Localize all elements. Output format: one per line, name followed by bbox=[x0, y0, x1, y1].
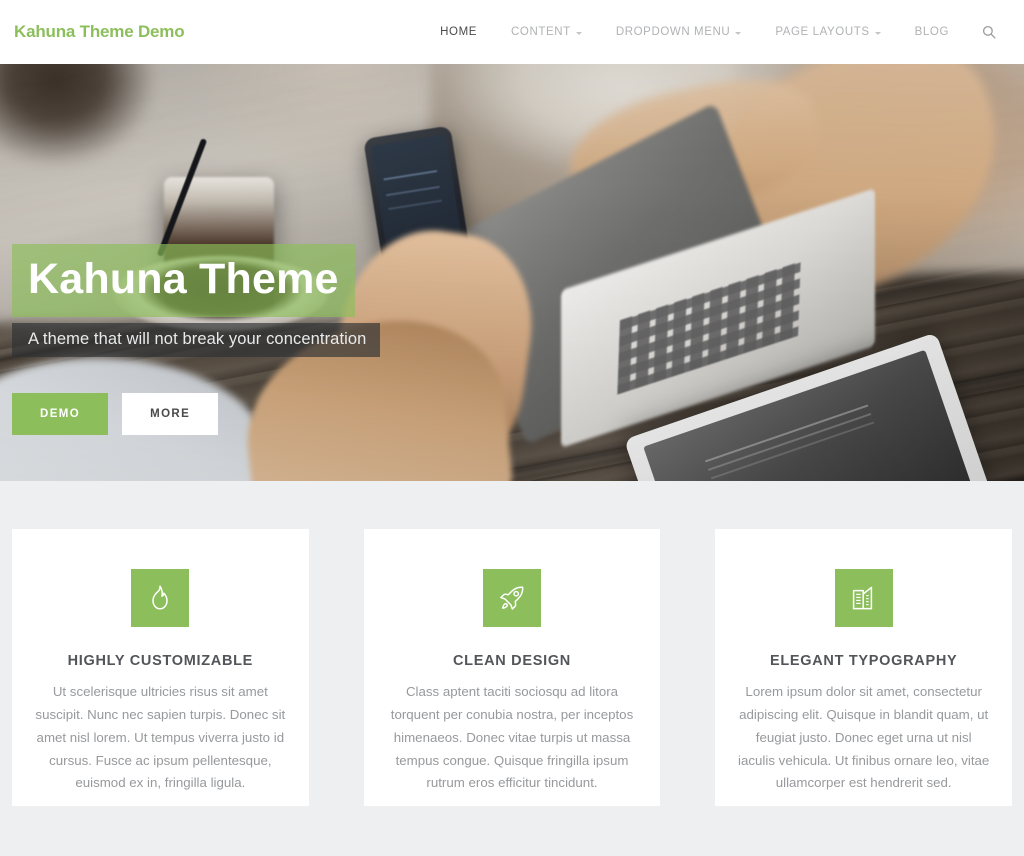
flame-icon bbox=[152, 585, 169, 610]
site-header: Kahuna Theme Demo HOME CONTENT DROPDOWN … bbox=[0, 0, 1024, 64]
search-button[interactable] bbox=[966, 25, 1008, 39]
feature-title: HIGHLY CUSTOMIZABLE bbox=[67, 653, 254, 669]
features-section: HIGHLY CUSTOMIZABLE Ut scelerisque ultri… bbox=[0, 481, 1024, 806]
feature-card-clean-design: CLEAN DESIGN Class aptent taciti sociosq… bbox=[363, 529, 661, 806]
nav-item-content[interactable]: CONTENT bbox=[494, 26, 599, 38]
feature-description: Class aptent taciti sociosqu ad litora t… bbox=[390, 684, 634, 791]
hero-content: Kahuna Theme A theme that will not break… bbox=[12, 244, 381, 435]
feature-icon-tile bbox=[131, 569, 190, 627]
hero-subtitle-wrap: A theme that will not break your concent… bbox=[12, 323, 381, 357]
office-building-icon bbox=[852, 586, 872, 610]
feature-card-highly-customizable: HIGHLY CUSTOMIZABLE Ut scelerisque ultri… bbox=[12, 529, 309, 806]
search-icon bbox=[982, 25, 996, 39]
nav-item-label: PAGE LAYOUTS bbox=[775, 26, 870, 38]
hero-banner: Kahuna Theme A theme that will not break… bbox=[0, 64, 1024, 481]
hero-button-group: DEMO MORE bbox=[12, 392, 380, 435]
nav-item-dropdown-menu[interactable]: DROPDOWN MENU bbox=[599, 26, 759, 38]
nav-item-blog[interactable]: BLOG bbox=[898, 26, 966, 38]
chevron-down-icon bbox=[735, 31, 742, 35]
main-navigation: HOME CONTENT DROPDOWN MENU PAGE LAYOUTS … bbox=[423, 25, 1008, 39]
nav-item-label: HOME bbox=[440, 26, 478, 38]
site-logo[interactable]: Kahuna Theme Demo bbox=[14, 22, 185, 42]
nav-item-label: BLOG bbox=[914, 26, 949, 38]
feature-title: CLEAN DESIGN bbox=[453, 653, 571, 669]
chevron-down-icon bbox=[575, 31, 582, 35]
feature-description: Ut scelerisque ultricies risus sit amet … bbox=[35, 684, 286, 791]
hero-title: Kahuna Theme bbox=[12, 244, 355, 317]
feature-icon-tile bbox=[483, 569, 541, 627]
feature-title: ELEGANT TYPOGRAPHY bbox=[769, 653, 958, 669]
more-button[interactable]: MORE bbox=[122, 392, 219, 435]
feature-card-elegant-typography: ELEGANT TYPOGRAPHY Lorem ipsum dolor sit… bbox=[715, 529, 1013, 806]
nav-item-page-layouts[interactable]: PAGE LAYOUTS bbox=[758, 26, 897, 38]
feature-icon-tile bbox=[834, 569, 893, 627]
demo-button[interactable]: DEMO bbox=[12, 392, 109, 435]
rocket-icon bbox=[500, 586, 524, 610]
chevron-down-icon bbox=[874, 31, 881, 35]
hero-subtitle: A theme that will not break your concent… bbox=[12, 323, 381, 357]
nav-item-label: CONTENT bbox=[511, 26, 571, 38]
feature-description: Lorem ipsum dolor sit amet, consectetur … bbox=[738, 684, 990, 791]
nav-item-label: DROPDOWN MENU bbox=[615, 26, 731, 38]
nav-item-home[interactable]: HOME bbox=[423, 26, 494, 38]
